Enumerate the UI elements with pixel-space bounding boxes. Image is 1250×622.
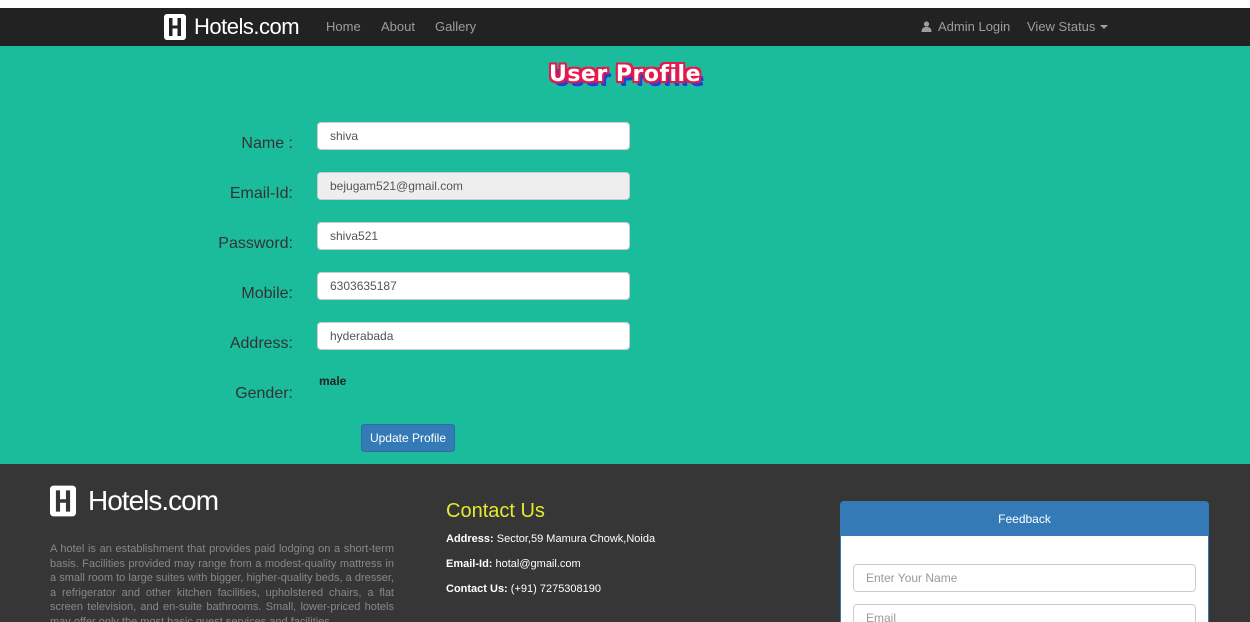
password-label: Password:	[218, 235, 293, 252]
update-profile-button[interactable]: Update Profile	[361, 424, 455, 452]
contact-phone-value: (+91) 7275308190	[510, 583, 602, 595]
contact-heading: Contact Us	[446, 500, 545, 522]
user-profile-section: User Profile Name : Email-Id: Password: …	[0, 46, 1250, 464]
feedback-email-input[interactable]	[853, 604, 1196, 622]
gender-label: Gender:	[235, 385, 293, 402]
nav-about-link[interactable]: About	[381, 8, 415, 46]
contact-phone: Contact Us: (+91) 7275308190	[446, 583, 601, 595]
view-status-dropdown[interactable]: View Status	[1027, 8, 1109, 46]
address-label: Address:	[229, 335, 293, 352]
contact-email-value: hotal@gmail.com	[495, 558, 581, 570]
footer-brand: Hotels.com	[50, 484, 219, 518]
name-input[interactable]	[317, 122, 630, 150]
feedback-name-input[interactable]	[853, 564, 1196, 592]
nav-gallery-link[interactable]: Gallery	[435, 8, 476, 46]
brand-name: Hotels.com	[194, 14, 300, 39]
caret-down-icon	[1100, 25, 1109, 29]
name-label: Name :	[241, 135, 293, 152]
gender-value: male	[319, 374, 347, 388]
feedback-title: Feedback	[841, 502, 1208, 536]
contact-address: Address: Sector,59 Mamura Chowk,Noida	[446, 533, 655, 545]
email-label: Email-Id:	[229, 185, 293, 202]
address-input[interactable]	[317, 322, 630, 350]
admin-login-link[interactable]: Admin Login	[921, 8, 1010, 46]
email-input[interactable]	[317, 172, 630, 200]
footer: Hotels.com A hotel is an establishment t…	[0, 464, 1250, 622]
contact-address-label: Address:	[446, 533, 494, 545]
about-text: A hotel is an establishment that provide…	[50, 543, 394, 622]
feedback-panel: Feedback	[840, 501, 1209, 622]
hotels-logo-icon	[164, 14, 186, 40]
navbar: Hotels.com Home About Gallery Admin Logi…	[0, 8, 1250, 46]
admin-login-label: Admin Login	[938, 19, 1011, 34]
hotels-logo-icon	[50, 485, 76, 517]
nav-home-link[interactable]: Home	[326, 8, 361, 46]
navbar-brand[interactable]: Hotels.com	[164, 8, 300, 46]
user-icon	[921, 21, 932, 32]
contact-email: Email-Id: hotal@gmail.com	[446, 558, 581, 570]
contact-address-value: Sector,59 Mamura Chowk,Noida	[496, 533, 656, 545]
mobile-label: Mobile:	[241, 285, 293, 302]
footer-brand-name: Hotels.com	[88, 485, 219, 516]
view-status-label: View Status	[1027, 19, 1096, 34]
mobile-input[interactable]	[317, 272, 630, 300]
password-input[interactable]	[317, 222, 630, 250]
page-title: User Profile	[548, 62, 702, 87]
contact-email-label: Email-Id:	[446, 558, 493, 570]
contact-phone-label: Contact Us:	[446, 583, 508, 595]
